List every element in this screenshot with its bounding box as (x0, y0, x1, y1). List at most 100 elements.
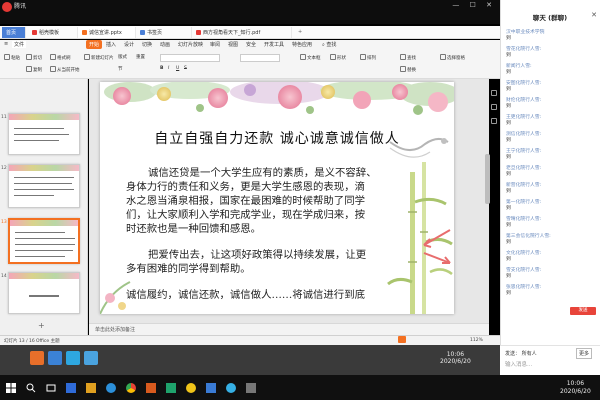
task-view-icon[interactable] (46, 383, 56, 393)
new-slide-icon (84, 54, 90, 60)
chat-message: 雪支化院行人雪: 到 (506, 268, 542, 279)
tab-review[interactable]: 审阅 (210, 41, 220, 48)
window-controls[interactable]: — ☐ ✕ (452, 1, 496, 9)
chat-message: 汉中职业技术学院到 (506, 30, 545, 41)
app-icon[interactable] (66, 351, 80, 365)
tab-animations[interactable]: 动画 (160, 41, 170, 48)
taskbar-clock[interactable]: 10:06 2020/6/20 (560, 380, 591, 396)
body-line: 水之恩当涌泉相报，国家在最困难的时候帮助了同学 (126, 195, 365, 207)
edge-icon[interactable] (106, 383, 116, 393)
chat-input[interactable]: 输入消息... (505, 360, 532, 368)
body-line: 诚信还贷是一个大学生应有的素质，是义不容辞、 (148, 167, 377, 179)
section-button[interactable]: 节 (118, 66, 123, 72)
notes-placeholder: 单击此处添加备注 (95, 327, 136, 333)
tab-insert[interactable]: 插入 (106, 41, 116, 48)
tab-slideshow[interactable]: 幻灯片放映 (178, 41, 203, 48)
textbox-icon (300, 54, 306, 60)
wps-taskbar-icon[interactable] (146, 383, 156, 393)
new-slide-button[interactable]: 新建幻灯片 (84, 54, 114, 61)
more-dropdown[interactable]: 更多 (576, 348, 593, 359)
tab-home-ribbon[interactable]: 开始 (86, 40, 103, 49)
add-slide-button[interactable]: + (38, 321, 45, 330)
play-slideshow-button[interactable] (398, 336, 406, 343)
annotation-arrows (423, 229, 451, 264)
tab-developer[interactable]: 开发工具 (264, 41, 284, 48)
close-icon[interactable]: ✕ (591, 11, 597, 19)
slide-thumbnail[interactable] (8, 164, 80, 208)
shapes-side-icon[interactable] (491, 90, 497, 96)
word-icon[interactable] (66, 383, 76, 393)
textbox-button[interactable]: 文本框 (300, 54, 321, 61)
tab-bookmarks[interactable]: 书签页 (136, 27, 192, 38)
pdf-icon (196, 30, 201, 35)
menu-icon[interactable]: ≡ (4, 41, 8, 47)
search-icon[interactable] (26, 383, 36, 393)
file-explorer-icon[interactable] (86, 383, 96, 393)
bold-button[interactable]: B (160, 66, 163, 71)
app-yellow-icon[interactable] (186, 383, 196, 393)
chat-message: 雪花化院行人雪: 到 (506, 47, 542, 58)
chat-message: 安图化院行人雪: 到 (506, 81, 542, 92)
italic-button[interactable]: I (168, 66, 169, 71)
notes-pane[interactable]: 单击此处添加备注 (89, 323, 489, 335)
slide-thumbnail[interactable] (8, 113, 80, 155)
app-green-icon[interactable] (166, 383, 176, 393)
font-select[interactable] (160, 54, 220, 62)
tab-special[interactable]: 特色应用 (292, 41, 312, 48)
zoom-level[interactable]: 112% (470, 338, 483, 343)
slide-thumbnail-selected[interactable] (8, 218, 80, 264)
tab-home[interactable]: 首页 (2, 27, 26, 38)
tencent-meeting-icon[interactable] (226, 383, 236, 393)
tab-presentation[interactable]: 诚信宣讲.pptx (78, 27, 136, 38)
tab-file[interactable]: 文件 (12, 41, 27, 48)
tab-docer[interactable]: 稻壳模板 (28, 27, 78, 38)
meeting-toolbar: 10:06 2020/6/20 (0, 345, 500, 375)
paste-button[interactable]: 粘贴 (4, 54, 20, 61)
tab-pdf[interactable]: 西方视角看天下_知行.pdf (192, 27, 292, 38)
slide-thumbnail[interactable] (8, 272, 80, 314)
send-to-label[interactable]: 发送： 所有人 (505, 350, 537, 357)
reset-button[interactable]: 重置 (136, 54, 145, 60)
format-painter-button[interactable]: 格式刷 (50, 54, 71, 61)
paste-icon (4, 54, 10, 60)
current-slide[interactable]: 自立自强自力还款 诚心诚意诚信做人 诚信还贷是一个大学生应有的素质，是义不容辞、… (100, 82, 454, 314)
cut-button[interactable]: 剪切 (26, 54, 42, 61)
app-gray-icon[interactable] (246, 383, 256, 393)
layout-button[interactable]: 版式 (118, 54, 127, 60)
selection-pane-button[interactable]: 选择窗格 (440, 54, 465, 61)
strike-button[interactable]: S (184, 66, 187, 71)
chat-message: 老旦化院行人雪: 到 (506, 166, 542, 177)
find-icon (400, 54, 406, 60)
play-from-current-button[interactable]: 从当前开始 (50, 66, 80, 73)
tab-security[interactable]: 安全 (246, 41, 256, 48)
shapes-button[interactable]: 形状 (330, 54, 346, 61)
tab-transitions[interactable]: 切换 (142, 41, 152, 48)
underline-button[interactable]: U (176, 66, 179, 71)
paragraph-align-group[interactable] (240, 54, 280, 62)
status-bar: 幻灯片 13 / 16 Office 主题 112% (0, 335, 500, 345)
thumb-number: 14 (1, 274, 7, 279)
screen-share-icon[interactable] (30, 351, 44, 365)
arrange-button[interactable]: 排列 (360, 54, 376, 61)
chat-message: 第三会信化院行人雪: 到 (506, 234, 551, 245)
app-blue-icon[interactable] (206, 383, 216, 393)
animation-side-icon[interactable] (491, 118, 497, 124)
wps-icon[interactable] (84, 351, 98, 365)
folder-icon[interactable] (48, 351, 62, 365)
find-button[interactable]: 查找 (400, 54, 416, 61)
slide-thumbnail-panel: 11 12 13 14 (0, 79, 88, 335)
tab-view[interactable]: 视图 (228, 41, 238, 48)
windows-start-icon[interactable] (6, 383, 16, 393)
properties-side-icon[interactable] (491, 104, 497, 110)
replace-button[interactable]: 替换 (400, 66, 416, 73)
chrome-icon[interactable] (126, 383, 136, 393)
new-tab-button[interactable]: + (294, 27, 306, 38)
send-button[interactable]: 发送 (570, 307, 596, 315)
scroll-thumb[interactable] (485, 154, 490, 204)
body-line: 多有困难的同学得到帮助。 (126, 263, 251, 275)
copy-button[interactable]: 复制 (26, 66, 42, 73)
search-icon[interactable]: ⌕ 查找 (322, 41, 336, 48)
chat-message: 王吏化院行人雪: 到 (506, 115, 542, 126)
tab-design[interactable]: 设计 (124, 41, 134, 48)
window-title: 腾讯 (14, 3, 27, 10)
